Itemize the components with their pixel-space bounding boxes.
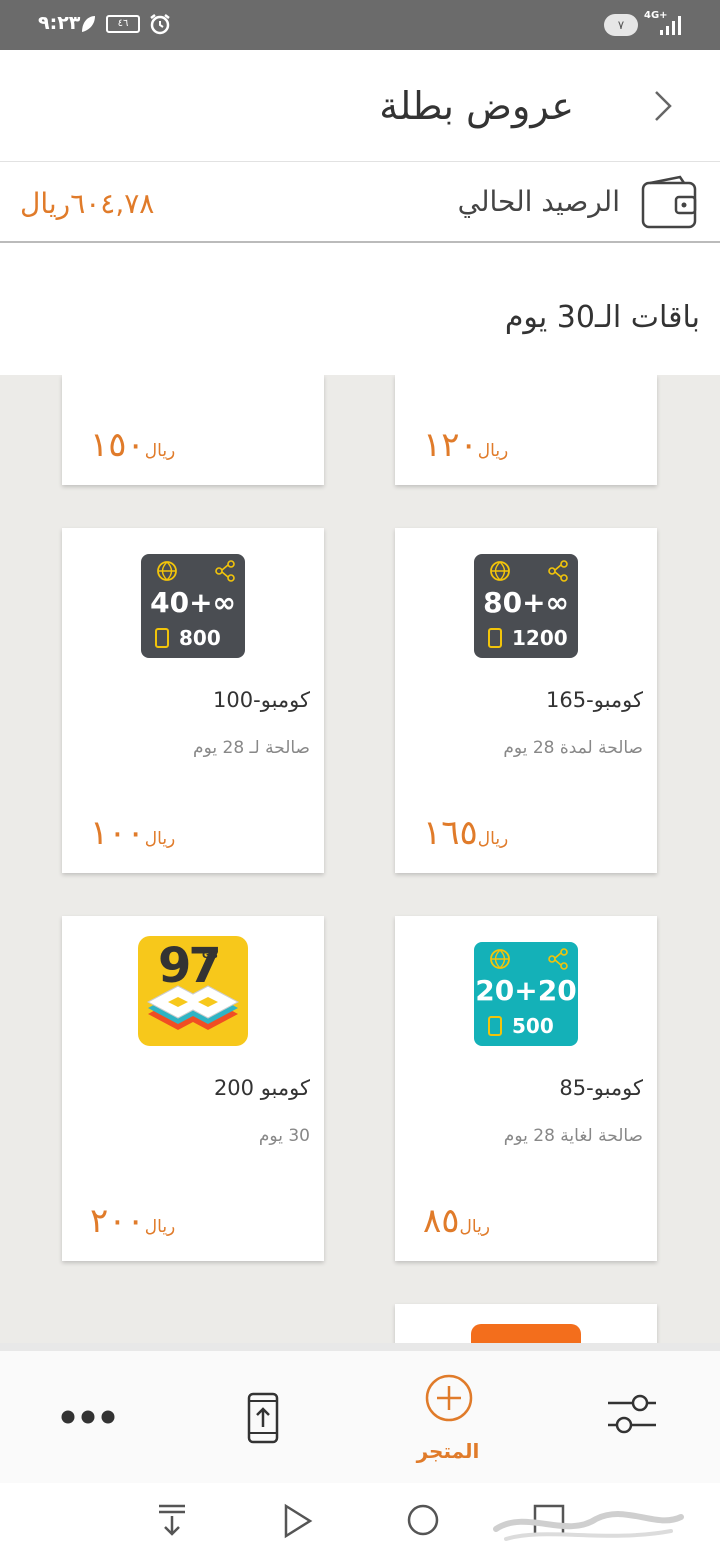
alarm-icon [150, 14, 170, 35]
card-title: كومبو 200 [213, 1076, 310, 1100]
card-price: ريال٨٥ [423, 1201, 491, 1241]
watermark-logo [493, 1511, 684, 1541]
notification-pull-icon[interactable] [156, 1503, 188, 1537]
offer-card-combo-85[interactable]: 20+20 500 كومبو-85 صالحة لغاية 28 يوم ري… [395, 916, 657, 1261]
card-price: ريال١٢٠ [423, 425, 509, 465]
phone-icon [488, 628, 502, 648]
balance-bar: الرصيد الحالي ٦٠٤,٧٨ريال [0, 163, 720, 243]
section-title: باقات الـ30 يوم [504, 300, 700, 335]
store-tab-label: المتجر [416, 1439, 480, 1463]
phone-icon [155, 628, 169, 648]
back-triangle-icon[interactable] [282, 1503, 314, 1539]
wallet-icon [641, 175, 697, 229]
page-title: عروض بطلة [379, 84, 574, 128]
offers-grid: ريال١٢٠ ريال١٥٠ 80+∞ 1200 كومبو-165 صالح… [0, 375, 720, 1343]
signal-icon [660, 16, 681, 35]
card-validity: صالحة لـ 28 يوم [193, 738, 310, 758]
more-dots-icon[interactable] [60, 1409, 116, 1425]
card-validity: 30 يوم [258, 1126, 310, 1146]
offer-card[interactable]: ريال١٥٠ [62, 375, 324, 485]
plus-circle-icon [425, 1374, 473, 1422]
card-title: كومبو-85 [559, 1076, 643, 1100]
balance-label: الرصيد الحالي [457, 185, 620, 218]
card-title: كومبو-165 [546, 688, 643, 712]
status-bar: ٩:٢٣ ٤٦ ٧ 4G+ [0, 0, 720, 50]
home-circle-icon[interactable] [406, 1503, 440, 1537]
offer-card-combo-165[interactable]: 80+∞ 1200 كومبو-165 صالحة لمدة 28 يوم ري… [395, 528, 657, 873]
phone-icon [488, 1016, 502, 1036]
filter-sliders-icon[interactable] [604, 1391, 660, 1437]
data-97gb-icon: 97 GB [138, 936, 248, 1046]
phone-transfer-icon[interactable] [246, 1391, 280, 1445]
balance-value: ٦٠٤,٧٨ريال [20, 187, 155, 220]
combo-package-icon: 20+20 500 [474, 942, 578, 1046]
back-chevron-icon[interactable] [640, 82, 688, 130]
card-price: ريال١٦٥ [423, 813, 509, 853]
card-validity: صالحة لمدة 28 يوم [503, 738, 643, 758]
combo-package-icon [471, 1324, 581, 1343]
battery-icon: ٤٦ [106, 15, 140, 33]
app-header: عروض بطلة [0, 50, 720, 162]
combo-package-icon: 80+∞ 1200 [474, 554, 578, 658]
card-price: ريال٢٠٠ [90, 1201, 176, 1241]
card-price: ريال١٥٠ [90, 425, 176, 465]
bottom-navigation: المتجر [0, 1343, 720, 1483]
globe-share-icon [490, 560, 568, 582]
card-title: كومبو-100 [213, 688, 310, 712]
status-time: ٩:٢٣ [38, 12, 81, 34]
sim-indicator: ٧ [604, 14, 638, 36]
card-validity: صالحة لغاية 28 يوم [503, 1126, 643, 1146]
globe-share-icon [157, 560, 235, 582]
globe-share-icon [490, 948, 568, 970]
combo-package-icon: 40+∞ 800 [141, 554, 245, 658]
leaf-icon [82, 16, 95, 32]
offer-card[interactable]: ريال١٢٠ [395, 375, 657, 485]
offer-card-combo-100[interactable]: 40+∞ 800 كومبو-100 صالحة لـ 28 يوم ريال١… [62, 528, 324, 873]
card-price: ريال١٠٠ [90, 813, 176, 853]
offer-card-combo-200[interactable]: 97 GB كومبو 200 30 يوم ريال٢٠٠ [62, 916, 324, 1261]
system-navigation [0, 1483, 720, 1560]
offer-card[interactable] [395, 1304, 657, 1343]
